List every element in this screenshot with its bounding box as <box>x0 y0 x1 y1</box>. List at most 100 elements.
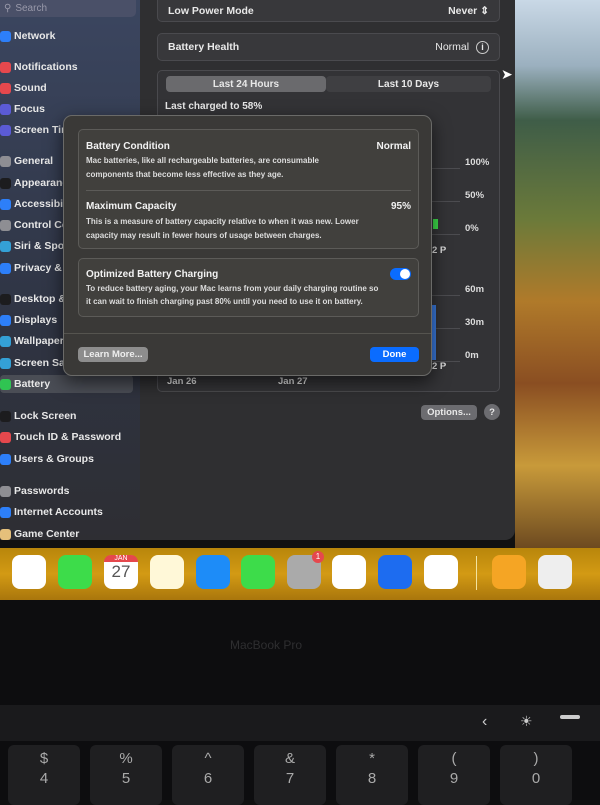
system-settings-dock-icon[interactable]: 1 <box>287 551 324 589</box>
sidebar-item-sound[interactable]: Sound <box>0 79 140 97</box>
sidebar-item-internet-accounts[interactable]: Internet Accounts <box>0 503 140 521</box>
help-button[interactable]: ? <box>484 404 500 420</box>
settings-pane-icon <box>0 410 11 422</box>
keyboard-key-0[interactable]: ) 0 <box>500 745 572 805</box>
keyboard-key-5[interactable]: % 5 <box>90 745 162 805</box>
search-icon: ⚲ <box>4 3 12 14</box>
key-symbol: ( <box>451 750 457 767</box>
photos-dock-icon[interactable] <box>12 555 46 589</box>
sidebar-item-label: Passwords <box>14 485 70 497</box>
brightness-slider[interactable] <box>560 715 580 719</box>
key-symbol: ) <box>533 750 539 767</box>
last-charged-text: Last charged to 58% <box>165 101 263 112</box>
maximum-capacity-value: 95% <box>390 201 411 212</box>
settings-pane-icon <box>0 155 11 167</box>
sidebar-item-label: Users & Groups <box>14 453 94 465</box>
search-placeholder: Search <box>15 3 48 14</box>
tab-last-24-hours[interactable]: Last 24 Hours <box>166 76 326 92</box>
sidebar-item-label: Internet Accounts <box>14 506 103 518</box>
calendar-dock-icon[interactable]: JAN 27 <box>104 555 138 589</box>
axis-label-60m: 60m <box>465 284 485 295</box>
sidebar-item-battery[interactable]: Battery <box>0 375 133 393</box>
sidebar-item-label: Sound <box>14 82 47 94</box>
time-label: 2 P <box>432 361 447 372</box>
battery-level-bar <box>433 219 438 229</box>
sidebar-item-label: Battery <box>14 378 51 390</box>
app-store-dock-icon[interactable] <box>196 555 230 589</box>
info-icon[interactable]: i <box>476 40 489 54</box>
keyboard-key-4[interactable]: $4 <box>8 745 80 805</box>
optimized-charging-desc: To reduce battery aging, your Mac learns… <box>86 284 379 293</box>
optimized-charging-toggle[interactable] <box>390 268 411 280</box>
battery-condition-value: Normal <box>376 141 411 152</box>
pages-dock-icon[interactable] <box>492 555 526 589</box>
keyboard-key-8[interactable]: * 8 <box>336 745 408 805</box>
maximum-capacity-title: Maximum Capacity <box>86 201 177 212</box>
usage-bar <box>432 305 436 360</box>
settings-pane-icon <box>0 453 11 465</box>
facetime-dock-icon[interactable] <box>58 555 92 589</box>
key-number: 8 <box>367 770 377 787</box>
sidebar-item-game-center[interactable]: Game Center <box>0 525 140 543</box>
sidebar-item-passwords[interactable]: Passwords <box>0 482 140 500</box>
key-number: 6 <box>203 770 213 787</box>
sidebar-item-network[interactable]: Network <box>0 27 140 45</box>
sidebar-item-touch-id-password[interactable]: Touch ID & Password <box>0 428 140 446</box>
keyboard-key-7[interactable]: & 7 <box>254 745 326 805</box>
sidebar-item-label: Screen Tim <box>14 124 71 136</box>
sidebar-item-label: Desktop & <box>14 293 66 305</box>
low-power-mode-row: Low Power Mode Never ⇕ <box>157 0 500 22</box>
sidebar-item-label: Notifications <box>14 61 78 73</box>
maximum-capacity-desc: capacity may result in fewer hours of us… <box>86 231 322 240</box>
sidebar-item-users-groups[interactable]: Users & Groups <box>0 450 140 468</box>
notes-dock-icon[interactable] <box>150 555 184 589</box>
whatsapp-dock-icon[interactable] <box>241 555 275 589</box>
notification-badge: 1 <box>312 551 324 563</box>
settings-pane-icon <box>0 177 11 189</box>
date-label: Jan 26 <box>167 376 197 387</box>
sidebar-item-label: Focus <box>14 103 45 115</box>
settings-pane-icon <box>0 357 11 369</box>
keyboard-key-9[interactable]: (9 <box>418 745 490 805</box>
time-label: 2 P <box>432 245 447 256</box>
chevron-left-icon[interactable]: ‹ <box>482 713 487 731</box>
brightness-icon[interactable]: ☀ <box>520 713 533 730</box>
touch-bar[interactable]: ‹ ☀ <box>0 705 600 741</box>
key-number: 0 <box>531 770 541 787</box>
chrome-dock-icon[interactable] <box>332 555 366 589</box>
done-button[interactable]: Done <box>370 347 419 362</box>
settings-pane-icon <box>0 262 11 274</box>
date-label: Jan 27 <box>278 376 308 387</box>
sidebar-item-notifications[interactable]: Notifications <box>0 58 140 76</box>
teams-dock-icon[interactable] <box>424 555 458 589</box>
keyboard-key-6[interactable]: ^ 6 <box>172 745 244 805</box>
settings-pane-icon <box>0 82 11 94</box>
key-symbol: $ <box>39 750 49 767</box>
battery-condition-desc: Mac batteries, like all rechargeable bat… <box>86 156 319 165</box>
settings-pane-icon <box>0 293 11 305</box>
learn-more-button[interactable]: Learn More... <box>78 347 148 362</box>
tab-last-10-days[interactable]: Last 10 Days <box>326 76 491 92</box>
sidebar-item-label: General <box>14 155 54 167</box>
key-number: 9 <box>449 770 459 787</box>
optimized-charging-title: Optimized Battery Charging <box>86 269 219 280</box>
xcode-dock-icon[interactable] <box>378 555 412 589</box>
settings-pane-icon <box>0 431 11 443</box>
calendar-month: JAN <box>104 555 138 562</box>
options-button[interactable]: Options... <box>421 405 477 420</box>
low-power-mode-select[interactable]: Never ⇕ <box>448 5 489 17</box>
maximum-capacity-desc: This is a measure of battery capacity re… <box>86 217 359 226</box>
sidebar-item-label: Game Center <box>14 528 80 540</box>
sidebar-item-label: Control Ce <box>14 219 68 231</box>
settings-pane-icon <box>0 240 11 252</box>
settings-pane-icon <box>0 378 11 390</box>
settings-pane-icon <box>0 485 11 497</box>
sidebar-item-lock-screen[interactable]: Lock Screen <box>0 407 140 425</box>
script-editor-dock-icon[interactable] <box>538 555 572 589</box>
settings-pane-icon <box>0 103 11 115</box>
key-symbol: % <box>119 750 133 767</box>
divider <box>64 333 431 334</box>
settings-pane-icon <box>0 61 11 73</box>
search-input[interactable]: ⚲ Search <box>0 0 136 17</box>
axis-label-30m: 30m <box>465 317 485 328</box>
